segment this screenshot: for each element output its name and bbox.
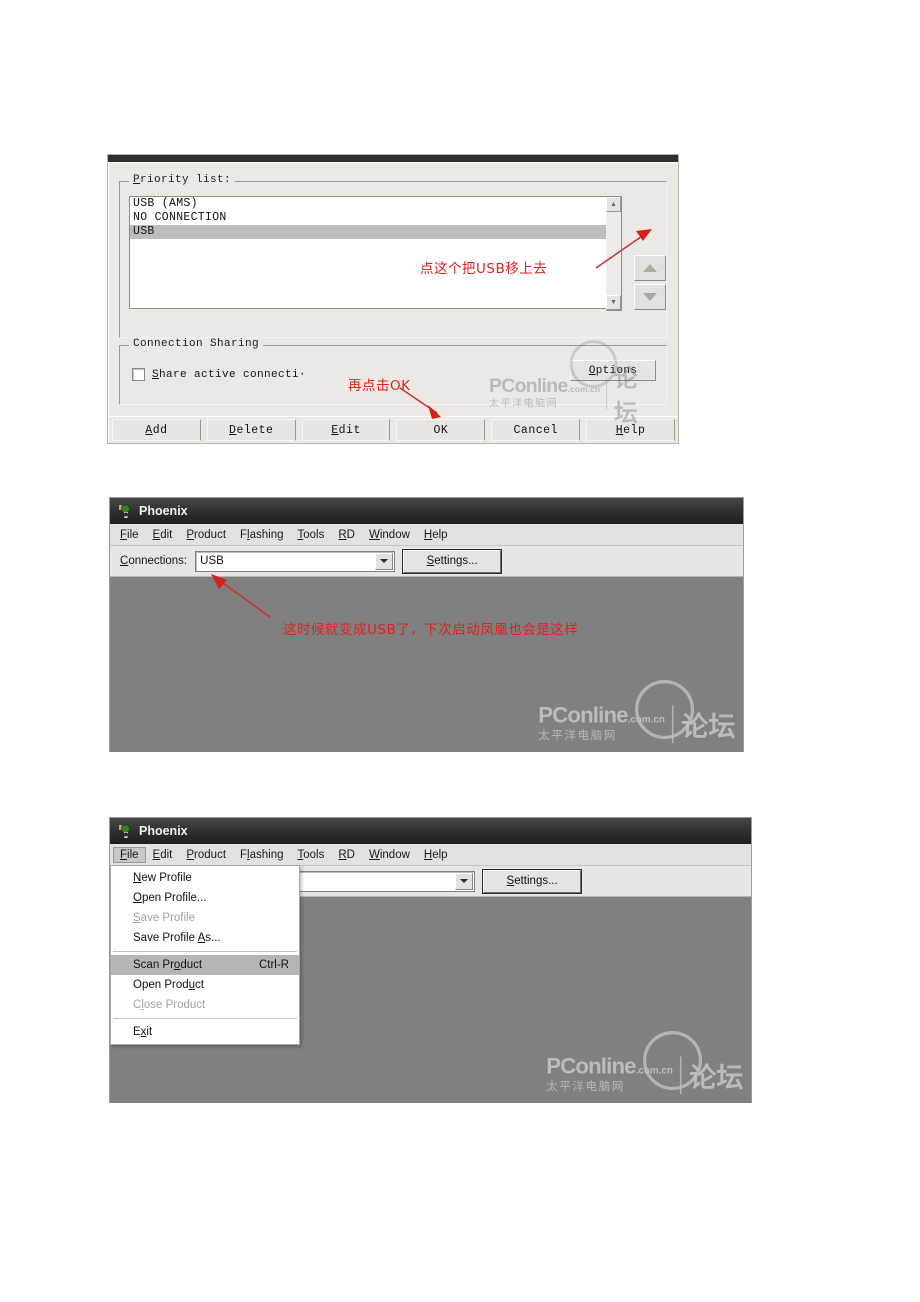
priority-listbox[interactable]: USB (AMS) NO CONNECTION USB xyxy=(129,196,607,309)
watermark-forum-text: 论坛 xyxy=(688,1062,743,1093)
menu-item-close-product: Close Product xyxy=(133,999,206,1011)
watermark-divider xyxy=(679,1056,682,1095)
menu-help[interactable]: Help xyxy=(417,527,455,543)
connection-sharing-label: Connection Sharing xyxy=(129,338,264,350)
triangle-up-icon xyxy=(643,264,657,272)
chevron-down-icon[interactable] xyxy=(455,872,474,890)
dialog-button-bar: Add Delete Edit OK Cancel Help xyxy=(109,416,678,443)
menu-window[interactable]: Window xyxy=(362,847,417,863)
edit-button[interactable]: Edit xyxy=(301,419,391,441)
annotation-move-up: 点这个把USB移上去 xyxy=(420,261,548,277)
phoenix-menu-bar: File Edit Product Flashing Tools RD Wind… xyxy=(110,524,743,546)
connections-toolbar: Connections: USB Settings... xyxy=(110,546,743,577)
move-down-button[interactable] xyxy=(634,284,666,310)
menu-item-open-product[interactable]: Open Product xyxy=(111,975,299,995)
menu-item-save-profile-as[interactable]: Save Profile As... xyxy=(111,928,299,948)
menu-window[interactable]: Window xyxy=(362,527,417,543)
watermark-brand-text: PConline.com.cn xyxy=(545,1054,673,1079)
help-button[interactable]: Help xyxy=(586,419,675,441)
watermark-brand-text: PConline.com.cn xyxy=(537,703,665,728)
phoenix-title-text: Phoenix xyxy=(139,504,188,518)
menu-edit[interactable]: Edit xyxy=(146,847,180,863)
phoenix-title-bar: Phoenix xyxy=(110,498,743,524)
priority-list-label: Priority list: xyxy=(129,174,236,186)
delete-button[interactable]: Delete xyxy=(206,419,296,441)
connections-value: USB xyxy=(200,555,224,567)
menu-help[interactable]: Help xyxy=(417,847,455,863)
menu-item-scan-product[interactable]: Scan Product Ctrl-R xyxy=(111,955,299,975)
menu-edit[interactable]: Edit xyxy=(146,527,180,543)
menu-tools[interactable]: Tools xyxy=(291,527,332,543)
watermark-forum-text: 论坛 xyxy=(680,711,735,742)
dialog-body: Priority list: USB (AMS) NO CONNECTION U… xyxy=(108,162,678,443)
chevron-down-icon[interactable] xyxy=(375,552,394,570)
settings-button[interactable]: Settings... xyxy=(402,548,503,574)
menu-flashing[interactable]: Flashing xyxy=(233,527,290,543)
phoenix-window-file-menu: Phoenix File Edit Product Flashing Tools… xyxy=(109,817,752,1103)
connections-combobox[interactable] xyxy=(275,870,476,892)
scroll-up-icon[interactable]: ▲ xyxy=(606,197,621,212)
share-active-connection-label: Share active connecti· xyxy=(152,368,307,381)
menu-item-save-profile: Save Profile xyxy=(133,912,196,924)
connections-combobox[interactable]: USB xyxy=(195,550,396,572)
menu-file[interactable]: File xyxy=(113,846,146,863)
phoenix-title-bar: Phoenix xyxy=(110,818,751,844)
move-up-button[interactable] xyxy=(634,255,666,281)
phoenix-app-icon xyxy=(117,504,132,519)
list-item[interactable]: USB (AMS) xyxy=(130,197,607,211)
menu-product[interactable]: Product xyxy=(179,847,233,863)
triangle-down-icon xyxy=(643,293,657,301)
connections-label: Connections: xyxy=(120,555,188,567)
menu-item-open-profile[interactable]: Open Profile... xyxy=(111,888,299,908)
phoenix-app-icon xyxy=(117,824,132,839)
settings-button[interactable]: Settings... xyxy=(482,868,583,894)
watermark-brand: PConline.com.cn 太平洋电脑网 xyxy=(545,1054,673,1094)
listbox-scrollbar[interactable]: ▲ ▼ xyxy=(606,196,622,311)
annotation-click-ok: 再点击OK xyxy=(348,378,411,394)
scroll-down-icon[interactable]: ▼ xyxy=(606,295,621,310)
list-item[interactable]: NO CONNECTION xyxy=(130,211,607,225)
pconline-watermark: PConline.com.cn 太平洋电脑网 论坛 xyxy=(545,1031,743,1095)
file-dropdown-menu: New Profile Open Profile... Save Profile… xyxy=(110,865,300,1045)
menu-separator xyxy=(113,951,297,952)
menu-item-new-profile[interactable]: New Profile xyxy=(111,868,299,888)
menu-file[interactable]: File xyxy=(113,527,146,543)
globe-icon xyxy=(634,680,694,740)
dialog-title-strip xyxy=(108,155,678,162)
menu-product[interactable]: Product xyxy=(179,527,233,543)
menu-separator xyxy=(113,1018,297,1019)
menu-flashing[interactable]: Flashing xyxy=(233,847,290,863)
options-button[interactable]: Options xyxy=(570,360,656,381)
share-active-connection-row[interactable]: Share active connecti· xyxy=(132,368,306,381)
menu-item-exit[interactable]: Exit xyxy=(111,1022,299,1042)
phoenix-client-area: PConline.com.cn 太平洋电脑网 论坛 xyxy=(110,577,743,752)
phoenix-title-text: Phoenix xyxy=(139,824,188,838)
watermark-chinese-name: 太平洋电脑网 xyxy=(545,1079,625,1093)
list-item[interactable]: USB xyxy=(130,225,607,239)
add-button[interactable]: Add xyxy=(112,419,201,441)
menu-item-scan-product-accel: Ctrl-R xyxy=(258,959,289,971)
cancel-button[interactable]: Cancel xyxy=(491,419,581,441)
watermark-brand: PConline.com.cn 太平洋电脑网 xyxy=(537,703,665,743)
phoenix-menu-bar: File Edit Product Flashing Tools RD Wind… xyxy=(110,844,751,866)
watermark-chinese-name: 太平洋电脑网 xyxy=(537,728,617,742)
pconline-watermark: PConline.com.cn 太平洋电脑网 论坛 xyxy=(537,680,735,744)
watermark-divider xyxy=(671,705,674,744)
menu-tools[interactable]: Tools xyxy=(291,847,332,863)
menu-rd[interactable]: RD xyxy=(331,847,362,863)
annotation-connection-changed: 这时候就变成USB了，下次启动凤凰也会是这样 xyxy=(283,622,579,638)
share-active-connection-checkbox[interactable] xyxy=(132,368,145,381)
connection-manager-dialog: Priority list: USB (AMS) NO CONNECTION U… xyxy=(108,155,678,443)
ok-button[interactable]: OK xyxy=(396,419,486,441)
globe-icon xyxy=(642,1031,702,1091)
priority-list-group: Priority list: USB (AMS) NO CONNECTION U… xyxy=(119,174,667,338)
menu-rd[interactable]: RD xyxy=(331,527,362,543)
